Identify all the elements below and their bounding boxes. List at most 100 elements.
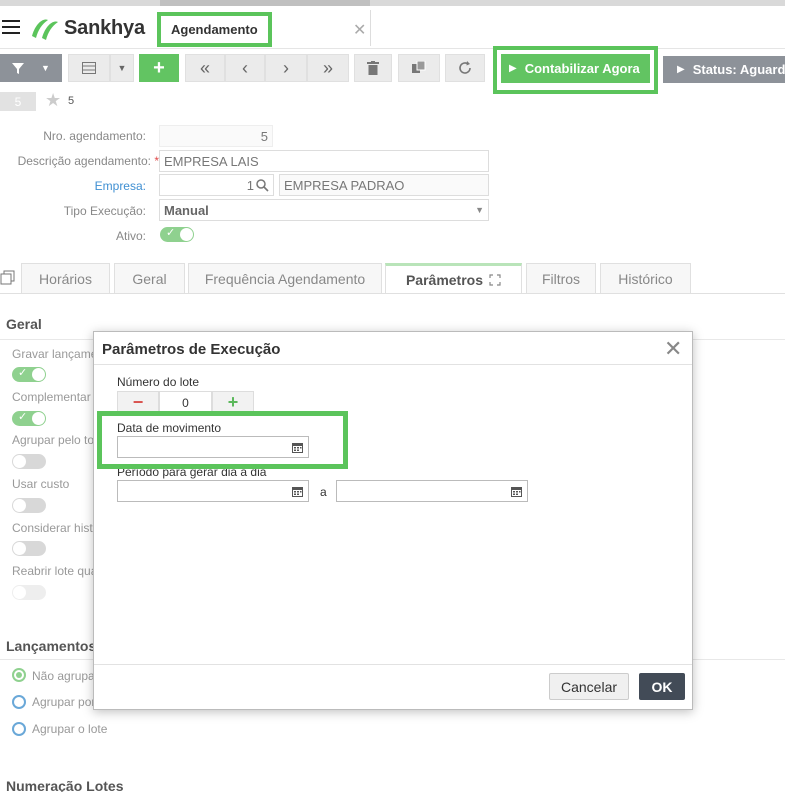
tab-parametros-label: Parâmetros	[405, 272, 484, 288]
trash-icon	[367, 61, 379, 75]
grid-icon	[82, 62, 96, 74]
star-icon[interactable]: ★	[45, 90, 61, 111]
empresa-name-field: EMPRESA PADRAO	[279, 174, 489, 196]
considerar-toggle[interactable]	[12, 541, 46, 556]
logo: Sankhya	[30, 14, 145, 42]
nao-agrupa-radio[interactable]	[12, 668, 26, 682]
tab-agendamento[interactable]: Agendamento	[157, 12, 272, 47]
chevron-left-icon: ‹	[242, 57, 248, 78]
ativo-label: Ativo:	[115, 229, 146, 243]
caret-down-icon: ▼	[475, 205, 484, 215]
plus-icon: +	[153, 56, 165, 79]
status-button[interactable]: ▶ Status: Aguardando	[663, 56, 785, 83]
lote-label: Número do lote	[117, 375, 200, 389]
logo-text: Sankhya	[64, 16, 145, 39]
menu-icon[interactable]	[2, 20, 20, 36]
close-icon[interactable]: ✕	[664, 336, 682, 362]
empresa-label[interactable]: Empresa:	[0, 179, 146, 193]
modal-header-divider	[94, 364, 692, 365]
grid-view-dropdown[interactable]: ▼	[110, 54, 134, 82]
usar-custo-toggle[interactable]	[12, 498, 46, 513]
tab-geral[interactable]: Geral	[114, 263, 185, 294]
complementar-label: Complementar	[12, 390, 91, 404]
play-icon: ▶	[677, 64, 685, 75]
double-chevron-left-icon: «	[199, 57, 210, 78]
tab-historico[interactable]: Histórico	[600, 263, 691, 294]
descricao-field[interactable]: EMPRESA LAIS	[159, 150, 489, 172]
refresh-icon	[459, 61, 471, 74]
play-icon: ▶	[509, 63, 517, 74]
chevron-right-icon: ›	[283, 57, 289, 78]
usar-custo-label: Usar custo	[12, 477, 70, 491]
delete-button[interactable]	[354, 54, 392, 82]
active-tab-strip	[160, 0, 370, 6]
tab-frequencia[interactable]: Frequência Agendamento	[188, 263, 382, 294]
chevron-down-icon: ▼	[117, 63, 127, 73]
geral-section-title: Geral	[6, 316, 42, 332]
refresh-button[interactable]	[445, 54, 485, 82]
window-top-strip	[0, 0, 785, 6]
contabilizar-highlight: ▶ Contabilizar Agora	[493, 46, 658, 94]
chevron-down-icon: ▼	[41, 63, 50, 73]
descricao-label-text: Descrição agendamento:	[17, 154, 151, 168]
tab-horarios[interactable]: Horários	[21, 263, 110, 294]
search-icon[interactable]	[256, 178, 269, 192]
tipo-execucao-select[interactable]: Manual ▼	[159, 199, 489, 221]
close-icon[interactable]: ✕	[353, 20, 366, 40]
record-badge: 5	[0, 92, 36, 111]
calendar-icon[interactable]	[292, 486, 303, 497]
agrupar-lote-radio[interactable]	[12, 722, 26, 736]
gravar-label: Gravar lançame	[12, 347, 98, 361]
agrupar-por-label: Agrupar por	[32, 695, 96, 709]
modal-title: Parâmetros de Execução	[102, 341, 281, 358]
empresa-code-field[interactable]: 1	[159, 174, 274, 196]
periodo-to-input[interactable]	[336, 480, 528, 502]
calendar-icon[interactable]	[511, 486, 522, 497]
nao-agrupa-label: Não agrupa	[32, 669, 95, 683]
check-icon: ✓	[18, 411, 28, 423]
tipo-execucao-label: Tipo Execução:	[63, 204, 146, 218]
previous-record-button[interactable]: ‹	[225, 54, 265, 82]
data-movimento-highlight	[97, 411, 348, 469]
next-record-button[interactable]: ›	[265, 54, 307, 82]
tab-divider	[370, 10, 371, 46]
reabrir-label: Reabrir lote qua	[12, 564, 98, 578]
contabilizar-agora-button[interactable]: ▶ Contabilizar Agora	[501, 54, 650, 86]
periodo-separator: a	[320, 485, 327, 499]
agrupar-por-radio[interactable]	[12, 695, 26, 709]
contabilizar-label: Contabilizar Agora	[524, 61, 640, 76]
last-record-button[interactable]: »	[307, 54, 349, 82]
nro-agendamento-field: 5	[159, 125, 273, 147]
copy-tabs-icon[interactable]	[0, 270, 16, 286]
gravar-toggle[interactable]: ✓	[12, 367, 46, 382]
expand-icon[interactable]	[489, 274, 501, 286]
double-chevron-right-icon: »	[322, 57, 333, 78]
record-count: 5	[68, 95, 75, 107]
tab-filtros[interactable]: Filtros	[526, 263, 596, 294]
plus-icon: +	[227, 392, 239, 412]
agrupar-label: Agrupar pelo to	[12, 433, 95, 447]
minus-icon: −	[132, 392, 144, 412]
cancel-button[interactable]: Cancelar	[549, 673, 629, 700]
check-icon: ✓	[166, 227, 176, 239]
agrupar-toggle[interactable]	[12, 454, 46, 469]
add-button[interactable]: +	[139, 54, 179, 82]
status-label: Status: Aguardando	[692, 62, 785, 77]
ok-button[interactable]: OK	[639, 673, 685, 700]
considerar-label: Considerar histi	[12, 521, 96, 535]
nro-agendamento-label: Nro. agendamento:	[43, 129, 146, 143]
first-record-button[interactable]: «	[185, 54, 225, 82]
complementar-toggle[interactable]: ✓	[12, 411, 46, 426]
duplicate-button[interactable]	[398, 54, 440, 82]
agrupar-lote-label: Agrupar o lote	[32, 722, 108, 736]
periodo-from-input[interactable]	[117, 480, 309, 502]
modal-footer-divider	[94, 664, 692, 665]
copy-icon	[412, 61, 426, 73]
ativo-toggle[interactable]: ✓	[160, 227, 194, 242]
reabrir-toggle	[12, 585, 46, 600]
filter-button[interactable]: ▼	[0, 54, 62, 82]
tab-parametros[interactable]: Parâmetros	[385, 263, 522, 294]
grid-view-button[interactable]	[68, 54, 110, 82]
sankhya-logo-icon	[32, 19, 58, 40]
lancamentos-section-title: Lançamentos	[6, 638, 97, 654]
